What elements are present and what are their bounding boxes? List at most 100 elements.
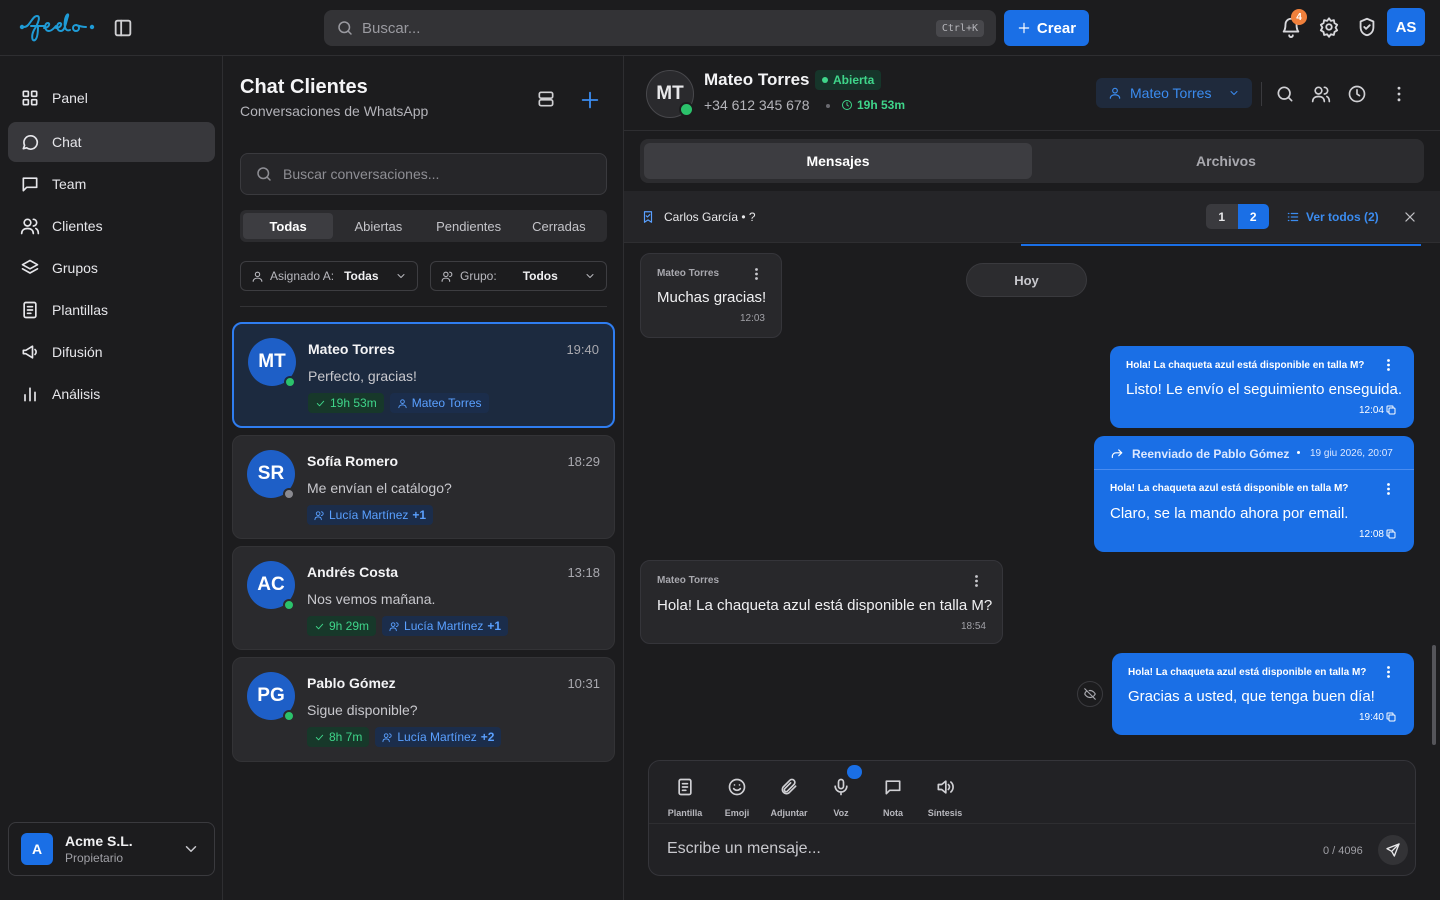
- tab-todas[interactable]: Todas: [243, 213, 334, 239]
- timer-badge: 8h 7m: [307, 727, 370, 747]
- layers-icon: [21, 259, 39, 274]
- conversation-time: 10:31: [567, 676, 600, 691]
- add-conversation-icon[interactable]: [579, 89, 601, 111]
- forwarded-label: Reenviado de Pablo Gómez: [1132, 447, 1290, 461]
- contact-phone: +34 612 345 678: [704, 97, 810, 113]
- assignee-name: Mateo Torres: [1130, 85, 1212, 101]
- conversation-item[interactable]: SR Sofía Romero 18:29 Me envían el catál…: [232, 435, 615, 539]
- note-button[interactable]: Nota: [867, 777, 919, 818]
- agent-extra-count: +1: [412, 508, 427, 522]
- gear-icon[interactable]: [1318, 16, 1342, 40]
- agent-extra-count: +2: [480, 730, 495, 744]
- tab-pendientes[interactable]: Pendientes: [424, 213, 514, 239]
- send-icon: [1386, 843, 1400, 857]
- nav-item-analisis[interactable]: Análisis: [8, 374, 215, 414]
- nav-item-difusion[interactable]: Difusión: [8, 332, 215, 372]
- outgoing-message[interactable]: Hola! La chaqueta azul está disponible e…: [1112, 653, 1414, 735]
- close-icon[interactable]: [1403, 210, 1417, 224]
- nav-item-panel[interactable]: Panel: [8, 78, 215, 118]
- more-vertical-icon[interactable]: [975, 575, 978, 587]
- view-all-pinned-link[interactable]: Ver todos (2): [1286, 210, 1379, 224]
- outgoing-forwarded-message[interactable]: Reenviado de Pablo Gómez 19 giu 2026, 20…: [1094, 436, 1414, 552]
- check-icon: [316, 400, 325, 406]
- synthesis-button[interactable]: Síntesis: [919, 777, 971, 818]
- message-author: Mateo Torres: [657, 268, 720, 279]
- nav-item-team[interactable]: Team: [8, 164, 215, 204]
- message-text: Muchas gracias!: [657, 289, 767, 306]
- status-filter-tabs: Todas Abiertas Pendientes Cerradas: [240, 210, 607, 242]
- shield-icon[interactable]: [1356, 16, 1380, 40]
- conversation-item[interactable]: PG Pablo Gómez 10:31 Sigue disponible? 8…: [232, 657, 615, 762]
- divider: [240, 306, 607, 307]
- tab-cerradas[interactable]: Cerradas: [514, 213, 604, 239]
- more-vertical-icon[interactable]: [755, 268, 758, 280]
- message-scrollbar[interactable]: [1432, 645, 1436, 745]
- chevron-down-icon: [586, 274, 594, 278]
- more-vertical-icon[interactable]: [1387, 359, 1390, 371]
- create-button[interactable]: Crear: [1004, 10, 1089, 46]
- agent-badge: Lucía Martínez +2: [375, 727, 502, 747]
- copy-icon[interactable]: [1385, 711, 1397, 723]
- conversation-search-input[interactable]: Buscar conversaciones...: [240, 153, 607, 195]
- contact-name: Andrés Costa: [307, 564, 399, 580]
- nav-item-clientes[interactable]: Clientes: [8, 206, 215, 246]
- incoming-message[interactable]: Mateo Torres Muchas gracias! 12:03: [640, 253, 782, 338]
- assignee-dropdown[interactable]: Mateo Torres: [1096, 78, 1252, 108]
- workspace-switcher[interactable]: A Acme S.L. Propietario: [8, 822, 215, 876]
- outgoing-message[interactable]: Hola! La chaqueta azul está disponible e…: [1110, 346, 1414, 428]
- conversation-item[interactable]: MT Mateo Torres 19:40 Perfecto, gracias!…: [232, 322, 615, 428]
- user-avatar[interactable]: AS: [1387, 8, 1425, 46]
- conversation-item[interactable]: AC Andrés Costa 13:18 Nos vemos mañana. …: [232, 546, 615, 650]
- create-label: Crear: [1036, 19, 1077, 37]
- nav-item-grupos[interactable]: Grupos: [8, 248, 215, 288]
- send-button[interactable]: [1378, 835, 1408, 865]
- pager-page-1[interactable]: 1: [1206, 204, 1238, 229]
- copy-icon[interactable]: [1385, 528, 1397, 540]
- assigned-filter-dropdown[interactable]: Asignado A: Todas: [240, 261, 418, 291]
- sidebar-toggle-icon[interactable]: [112, 17, 134, 39]
- search-icon[interactable]: [1275, 84, 1295, 104]
- voice-button[interactable]: Voz: [815, 777, 867, 818]
- status-badge: Abierta: [815, 70, 882, 90]
- users-icon[interactable]: [1311, 84, 1331, 104]
- divider: [624, 130, 1440, 131]
- group-filter-dropdown[interactable]: Grupo: Todos: [430, 261, 607, 291]
- more-vertical-icon[interactable]: [1387, 666, 1390, 678]
- incoming-message[interactable]: Mateo Torres Hola! La chaqueta azul está…: [640, 560, 1003, 644]
- emoji-button[interactable]: Emoji: [711, 777, 763, 818]
- tab-archivos[interactable]: Archivos: [1032, 143, 1420, 179]
- conversation-time: 18:29: [567, 454, 600, 469]
- message-square-icon: [885, 780, 901, 795]
- tab-abiertas[interactable]: Abiertas: [333, 213, 423, 239]
- more-vertical-icon[interactable]: [1387, 483, 1390, 495]
- users-icon: [20, 218, 40, 235]
- quoted-message: Hola! La chaqueta azul está disponible e…: [1126, 360, 1365, 371]
- group-filter-value: Todos: [522, 269, 558, 283]
- tab-mensajes[interactable]: Mensajes: [644, 143, 1032, 179]
- day-separator: Hoy: [966, 263, 1087, 297]
- message-input[interactable]: Escribe un mensaje...: [667, 840, 821, 858]
- nav-item-chat[interactable]: Chat: [8, 122, 215, 162]
- app-logo[interactable]: [18, 12, 96, 44]
- timer-text: 19h 53m: [330, 396, 377, 410]
- file-text-icon: [23, 301, 37, 319]
- global-search-input[interactable]: Buscar... Ctrl+K: [324, 10, 996, 46]
- copy-icon[interactable]: [1385, 404, 1397, 416]
- template-button[interactable]: Plantilla: [659, 777, 711, 818]
- nav-item-plantillas[interactable]: Plantillas: [8, 290, 215, 330]
- attach-button[interactable]: Adjuntar: [763, 777, 815, 818]
- eye-off-icon[interactable]: [1077, 681, 1103, 707]
- quoted-message: Hola! La chaqueta azul está disponible e…: [1110, 483, 1349, 494]
- tool-label: Nota: [883, 808, 903, 818]
- assigned-filter-value: Todas: [344, 269, 379, 283]
- message-time: 12:08: [1358, 529, 1384, 540]
- nav-label: Grupos: [52, 260, 98, 276]
- message-time: 18:54: [960, 621, 986, 632]
- contact-name: Mateo Torres: [704, 70, 810, 89]
- history-icon[interactable]: [1347, 84, 1367, 104]
- message-text: Listo! Le envío el seguimiento enseguida…: [1126, 381, 1403, 398]
- more-vertical-icon[interactable]: [1389, 84, 1409, 104]
- timer-text: 19h 53m: [857, 98, 906, 112]
- pager-page-2[interactable]: 2: [1237, 204, 1269, 229]
- server-list-icon[interactable]: [536, 89, 556, 109]
